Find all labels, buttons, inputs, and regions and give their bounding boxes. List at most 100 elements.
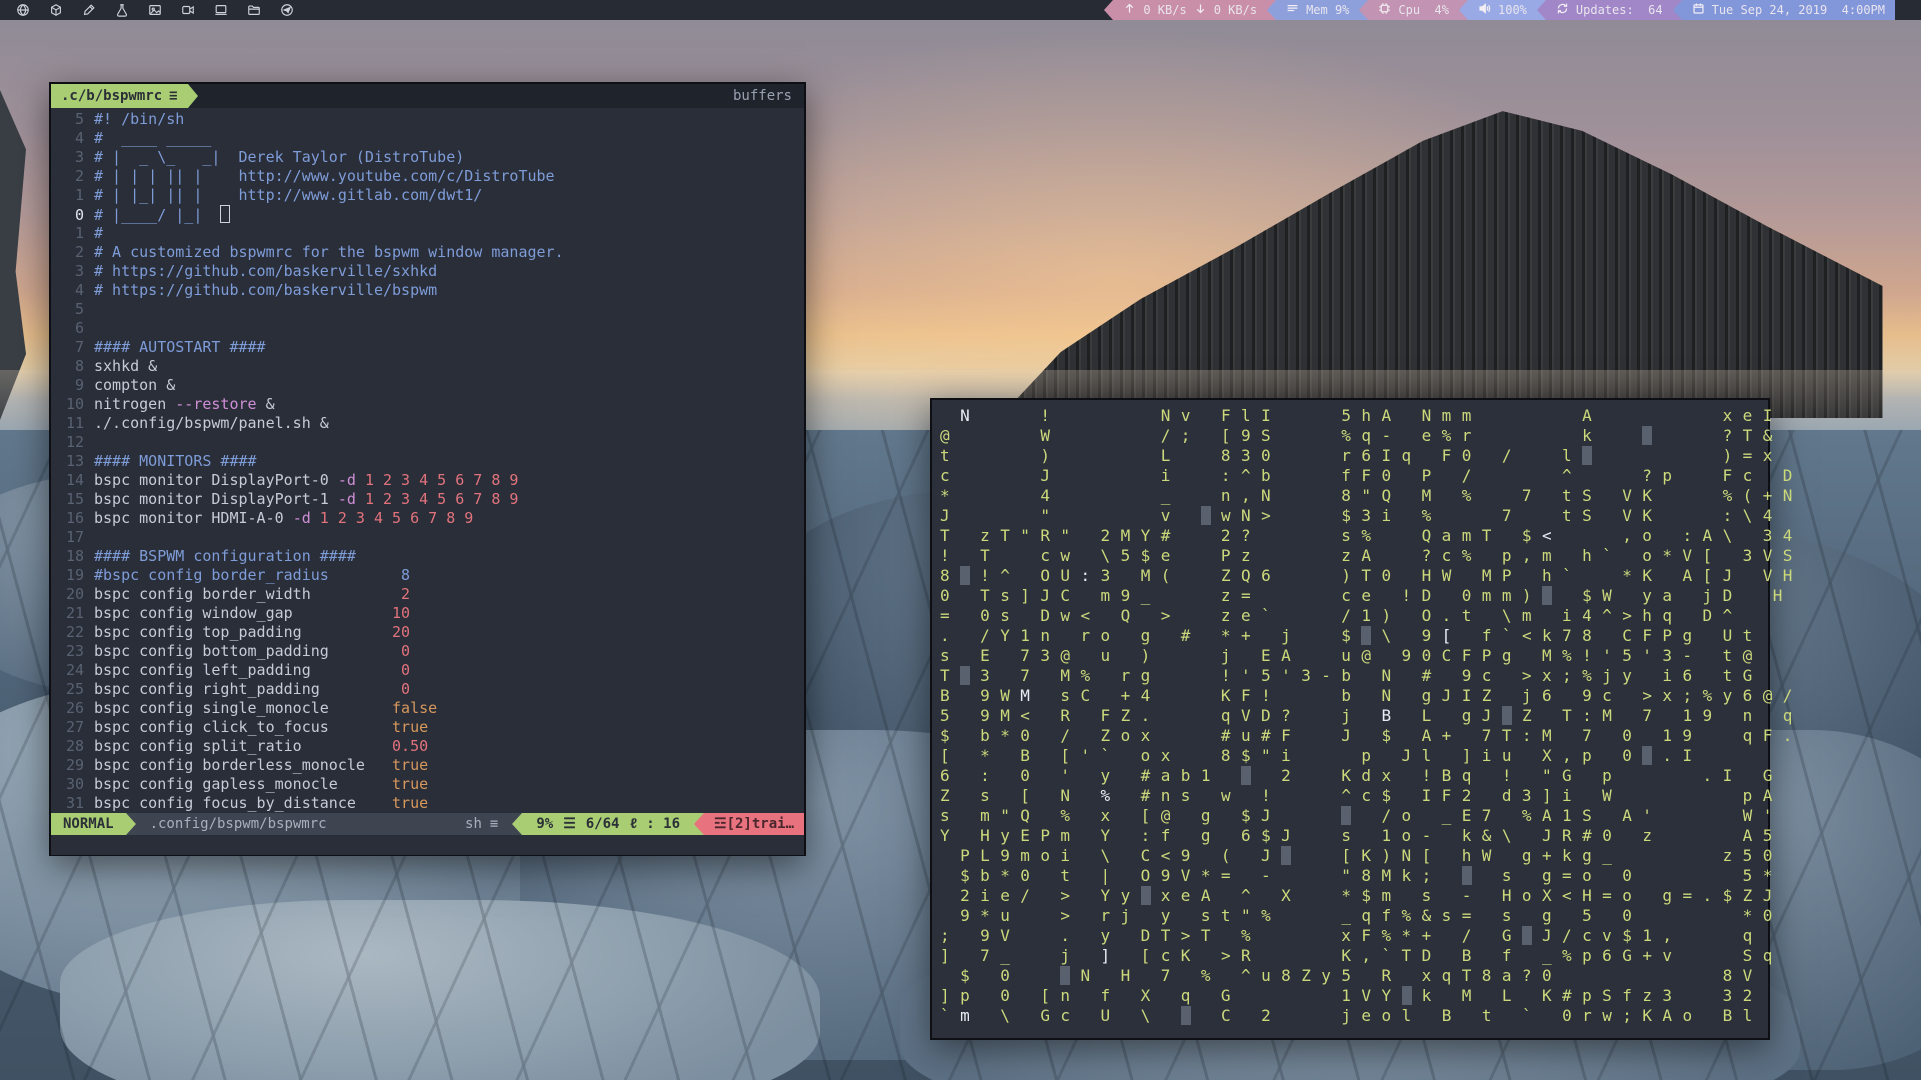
cmatrix-terminal-window[interactable]: N ! N v F l I 5 h A N m m A x e I@ W / ;… [930, 398, 1770, 1040]
vim-line: 29bspc config borderless_monocle true [51, 756, 804, 775]
vim-line: 14bspc monitor DisplayPort-0 -d 1 2 3 4 … [51, 471, 804, 490]
lines-icon: ☰ [563, 816, 576, 832]
panel-module-volume[interactable]: 100% [1468, 0, 1537, 20]
vim-line: 17 [51, 528, 804, 547]
matrix-row: * 4 _ n , N 8 " Q M % 7 t S V K % ( + N [940, 486, 1760, 506]
matrix-row: Y H y E P m Y : f g 6 $ J s 1 o - k & \ … [940, 826, 1760, 846]
video-camera-icon[interactable] [181, 3, 195, 17]
matrix-head-char: B [1381, 706, 1391, 725]
vim-buffer[interactable]: 5#! /bin/sh4# ____ _____3# | _ \_ _| Der… [51, 108, 804, 813]
vim-line: 27bspc config click_to_focus true [51, 718, 804, 737]
tab-bspwmrc[interactable]: .c/b/bspwmrc ≡ [51, 84, 188, 108]
vim-line: 30bspc config gapless_monocle true [51, 775, 804, 794]
trailing-whitespace-warning: ☲[2]trai… [704, 813, 804, 835]
tab-title: .c/b/bspwmrc [61, 88, 162, 104]
panel-module-clock[interactable]: Tue Sep 24, 2019 4:00PM [1682, 0, 1895, 20]
matrix-row: . / Y 1 n r o g # * + j $ * \ 9 [ f ` < … [940, 626, 1760, 646]
vim-line: 2# A customized bspwmrc for the bspwm wi… [51, 243, 804, 262]
line-number: 24 [57, 661, 84, 680]
line-number: 17 [57, 528, 84, 547]
matrix-trail-block: * [1361, 626, 1371, 645]
matrix-row: ] 7 _ j ] [ c K > R K , ` T D B f _ % p … [940, 946, 1760, 966]
matrix-row: [ * B [ ' ` o x 8 $ " i p J l ] i u X , … [940, 746, 1760, 766]
packages-icon[interactable] [49, 3, 63, 17]
network-value: 0 KB/s [1214, 3, 1257, 17]
matrix-row: $ 0 p N H 7 % ^ u 8 Z y 5 R x q T 8 a ? … [940, 966, 1760, 986]
matrix-row: ! T c w \ 5 $ e P z z A ? c % p , m h ` … [940, 546, 1760, 566]
lab-flask-icon[interactable] [115, 3, 129, 17]
matrix-head-char [1402, 486, 1412, 505]
file-manager-icon[interactable] [247, 3, 261, 17]
vim-line: 8sxhkd & [51, 357, 804, 376]
vim-line: 13#### MONITORS #### [51, 452, 804, 471]
line-number: 9 [57, 376, 84, 395]
vim-mode-indicator: NORMAL [51, 813, 126, 835]
matrix-head-char: [ [1442, 626, 1452, 645]
filetype-icon: ≡ [490, 816, 498, 832]
vim-line: 19#bspc config border_radius 8 [51, 566, 804, 585]
statusline-position: 9% ☰ 6/64 ℓ : 16 [522, 813, 694, 835]
line-number: 27 [57, 718, 84, 737]
powerline-separator [1537, 0, 1546, 20]
powerline-separator [1104, 0, 1113, 20]
matrix-head-char [1020, 906, 1030, 925]
network-value: 0 KB/s [1143, 3, 1186, 17]
vim-line: 7#### AUTOSTART #### [51, 338, 804, 357]
matrix-head-char: ] [1101, 946, 1111, 965]
vim-statusline: NORMAL .config/bspwm/bspwmrc sh ≡ 9% ☰ 6… [51, 813, 804, 835]
refresh-icon [1556, 2, 1569, 18]
panel-module-memory[interactable]: Mem 9% [1276, 0, 1359, 20]
statusline-arrow [694, 813, 704, 835]
line-number: 18 [57, 547, 84, 566]
matrix-row: B 9 W M s C + 4 K F ! b N g J I Z j 6 9 … [940, 686, 1760, 706]
top-panel: 0 KB/s 0 KB/s Mem 9% Cpu 4% 100% Updates: 64 T… [0, 0, 1921, 20]
vim-line: 16bspc monitor HDMI-A-0 -d 1 2 3 4 5 6 7… [51, 509, 804, 528]
line-number: 12 [57, 433, 84, 452]
vim-line: 1# | |_| || | http://www.gitlab.com/dwt1… [51, 186, 804, 205]
line-number: 20 [57, 585, 84, 604]
vim-line: 24bspc config left_padding 0 [51, 661, 804, 680]
line-number: 29 [57, 756, 84, 775]
line-number: 26 [57, 699, 84, 718]
matrix-head-char: M [1020, 686, 1030, 705]
panel-module-updates[interactable]: Updates: 64 [1546, 0, 1673, 20]
line-number: 2 [57, 243, 84, 262]
browser-icon[interactable] [16, 3, 30, 17]
matrix-trail-block [1642, 746, 1652, 765]
matrix-trail-block [1201, 506, 1211, 525]
matrix-row: ; 9 V . y D T > T % x F % * + / G J / c … [940, 926, 1760, 946]
matrix-row: $ b * 0 t | O 9 V * = - " 8 M k ; \ s g … [940, 866, 1760, 886]
matrix-row: N ! N v F l I 5 h A N m m A x e I [940, 406, 1760, 426]
panel-module-cpu[interactable]: Cpu 4% [1368, 0, 1459, 20]
matrix-row: Z s [ N % # n s w ! ^ c $ I F 2 d 3 ] i … [940, 786, 1760, 806]
matrix-row: $ b * 0 / Z o x # u # F J $ A + 7 T : M … [940, 726, 1760, 746]
panel-module-network[interactable]: 0 KB/s 0 KB/s [1113, 0, 1267, 20]
vim-line: 25bspc config right_padding 0 [51, 680, 804, 699]
line-number: 31 [57, 794, 84, 813]
matrix-grid: N ! N v F l I 5 h A N m m A x e I@ W / ;… [932, 400, 1768, 1032]
vim-line: 26bspc config single_monocle false [51, 699, 804, 718]
cpu-value: Cpu 4% [1398, 3, 1449, 17]
matrix-row: P L 9 m o i \ C < 9 ( J n [ K ) N [ h W … [940, 846, 1760, 866]
display-icon[interactable] [214, 3, 228, 17]
vim-line: 22bspc config top_padding 20 [51, 623, 804, 642]
image-viewer-icon[interactable] [148, 3, 162, 17]
line-number: 4 [57, 129, 84, 148]
vim-line: 2# | | | || | http://www.youtube.com/c/D… [51, 167, 804, 186]
line-number: 3 [57, 262, 84, 281]
matrix-row: s m " Q % x [ @ g $ J U / o _ E 7 % A 1 … [940, 806, 1760, 826]
vim-line: 11./.config/bspwm/panel.sh & [51, 414, 804, 433]
line-number: 4 [57, 281, 84, 300]
line-number: 21 [57, 604, 84, 623]
color-picker-icon[interactable] [82, 3, 96, 17]
volume-value: 100% [1498, 3, 1527, 17]
vim-line: 3# https://github.com/baskerville/sxhkd [51, 262, 804, 281]
vim-line: 4# https://github.com/baskerville/bspwm [51, 281, 804, 300]
matrix-head-char: N [960, 406, 970, 425]
telegram-icon[interactable] [280, 3, 294, 17]
line-number: 14 [57, 471, 84, 490]
vim-window[interactable]: .c/b/bspwmrc ≡ buffers 5#! /bin/sh4# ___… [49, 82, 806, 856]
matrix-trail-block [1141, 886, 1151, 905]
statusline-filetype: sh ≡ [451, 813, 512, 835]
tab-arrow [188, 84, 198, 108]
